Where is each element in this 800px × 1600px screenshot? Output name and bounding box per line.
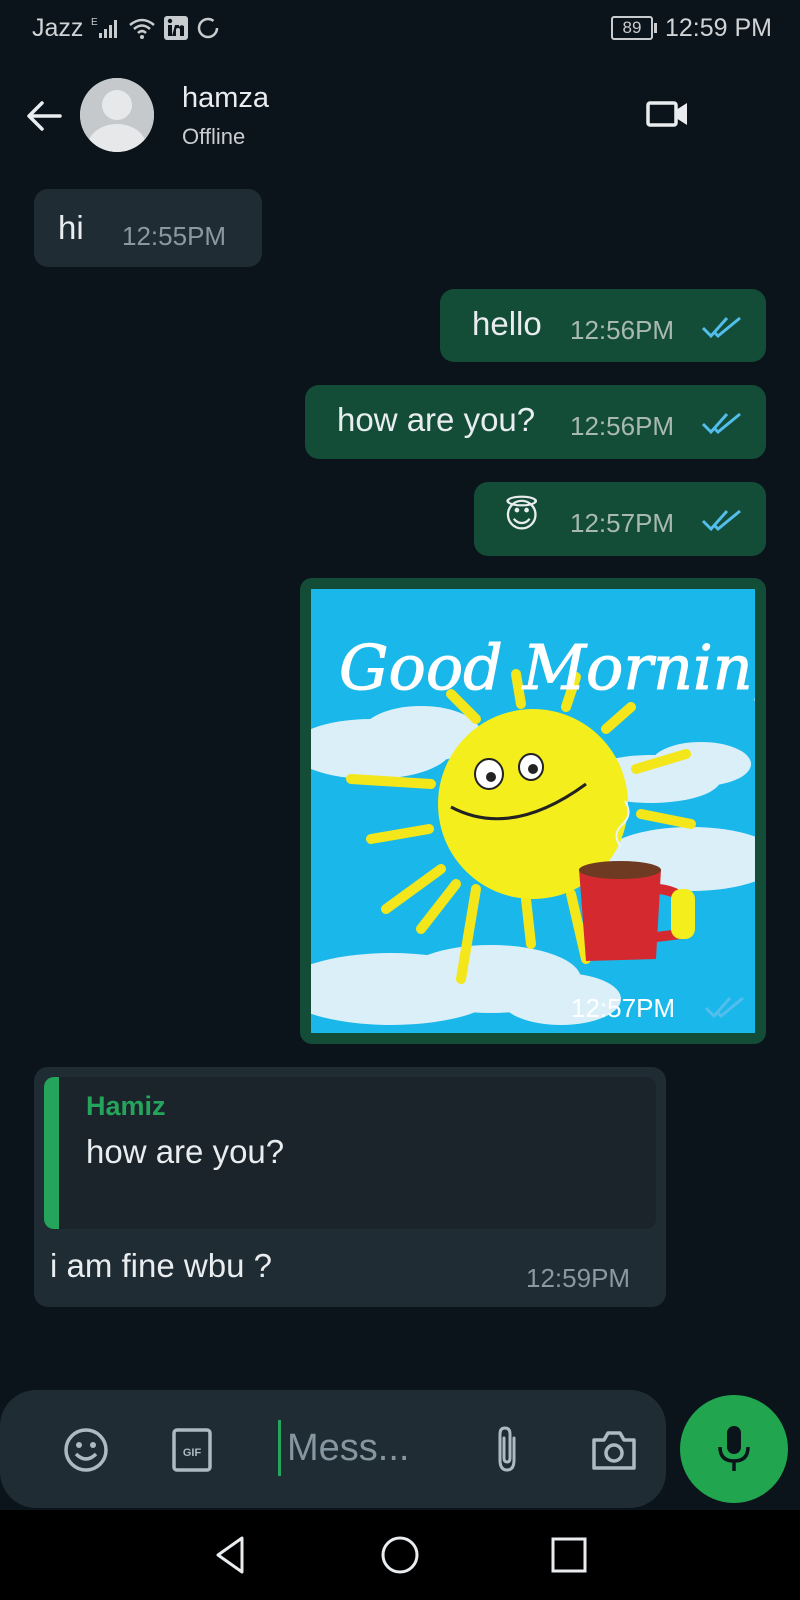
mic-icon: [718, 1426, 750, 1471]
contact-status: Offline: [182, 124, 246, 149]
camera-icon[interactable]: [590, 1428, 638, 1472]
message-input-bar: GIF: [0, 1390, 666, 1508]
image-caption-text: Good Morning: [339, 631, 755, 704]
nav-back-icon[interactable]: [208, 1532, 254, 1578]
quote-accent-bar: [44, 1077, 59, 1229]
message-bubble-incoming-reply[interactable]: Hamiz how are you? i am fine wbu ? 12:59…: [34, 1067, 666, 1307]
status-right: 89 12:59 PM: [610, 13, 772, 43]
svg-text:GIF: GIF: [183, 1447, 202, 1459]
message-time: 12:56PM: [570, 411, 675, 441]
message-text: hello: [472, 305, 542, 342]
read-ticks-icon: [701, 509, 741, 532]
nav-home-icon[interactable]: [377, 1532, 423, 1578]
message-bubble-incoming[interactable]: hi 12:55PM: [34, 189, 262, 267]
sync-icon: [198, 17, 219, 39]
message-time: 12:57PM: [571, 993, 676, 1023]
status-icons: E: [91, 15, 221, 41]
read-ticks-icon: [701, 316, 741, 339]
video-call-icon[interactable]: [646, 98, 690, 130]
back-arrow-icon[interactable]: [22, 94, 66, 138]
read-ticks-icon: [701, 412, 741, 435]
image-message-bubble[interactable]: Good Morning 12:57PM: [300, 578, 766, 1044]
message-input[interactable]: [278, 1420, 467, 1476]
emoji-icon[interactable]: [62, 1426, 110, 1474]
mic-button[interactable]: [680, 1395, 788, 1503]
message-emoji: 😇: [504, 497, 540, 535]
message-time: 12:55PM: [122, 221, 227, 251]
message-time: 12:57PM: [570, 508, 675, 538]
message-text: how are you?: [337, 401, 536, 438]
avatar[interactable]: [80, 78, 154, 152]
read-ticks-icon: [704, 996, 744, 1019]
linkedin-icon: [164, 16, 189, 40]
quoted-author: Hamiz: [86, 1091, 166, 1121]
message-bubble-outgoing[interactable]: how are you? 12:56PM: [305, 385, 766, 459]
avatar-placeholder-icon: [80, 78, 154, 152]
signal-icon: E: [91, 17, 118, 38]
quoted-text: how are you?: [86, 1133, 285, 1170]
carrier-label: Jazz: [32, 13, 84, 42]
network-type-label: E: [91, 17, 98, 28]
sun-with-coffee-illustration: Good Morning: [311, 589, 755, 1033]
message-text: i am fine wbu ?: [50, 1247, 272, 1284]
status-bar: Jazz E 89 12:59 PM: [0, 0, 800, 56]
gif-icon[interactable]: GIF: [172, 1428, 212, 1472]
chat-header: hamza Offline: [0, 70, 800, 162]
battery-level: 89: [610, 16, 653, 40]
battery-icon: 89: [610, 16, 657, 40]
message-time: 12:59PM: [526, 1263, 631, 1293]
status-left: Jazz E: [32, 14, 221, 43]
message-bubble-outgoing[interactable]: 😇 12:57PM: [474, 482, 766, 556]
wifi-icon: [129, 18, 156, 39]
status-time: 12:59 PM: [664, 13, 772, 42]
contact-name[interactable]: hamza: [182, 82, 269, 115]
message-text: hi: [58, 209, 84, 246]
nav-recents-icon[interactable]: [546, 1532, 592, 1578]
message-bubble-outgoing[interactable]: hello 12:56PM: [440, 289, 766, 362]
quoted-message[interactable]: Hamiz how are you?: [44, 1077, 656, 1229]
attach-icon[interactable]: [492, 1424, 522, 1474]
message-time: 12:56PM: [570, 315, 675, 345]
system-nav-bar: [0, 1510, 800, 1600]
good-morning-image[interactable]: Good Morning 12:57PM: [311, 589, 755, 1033]
